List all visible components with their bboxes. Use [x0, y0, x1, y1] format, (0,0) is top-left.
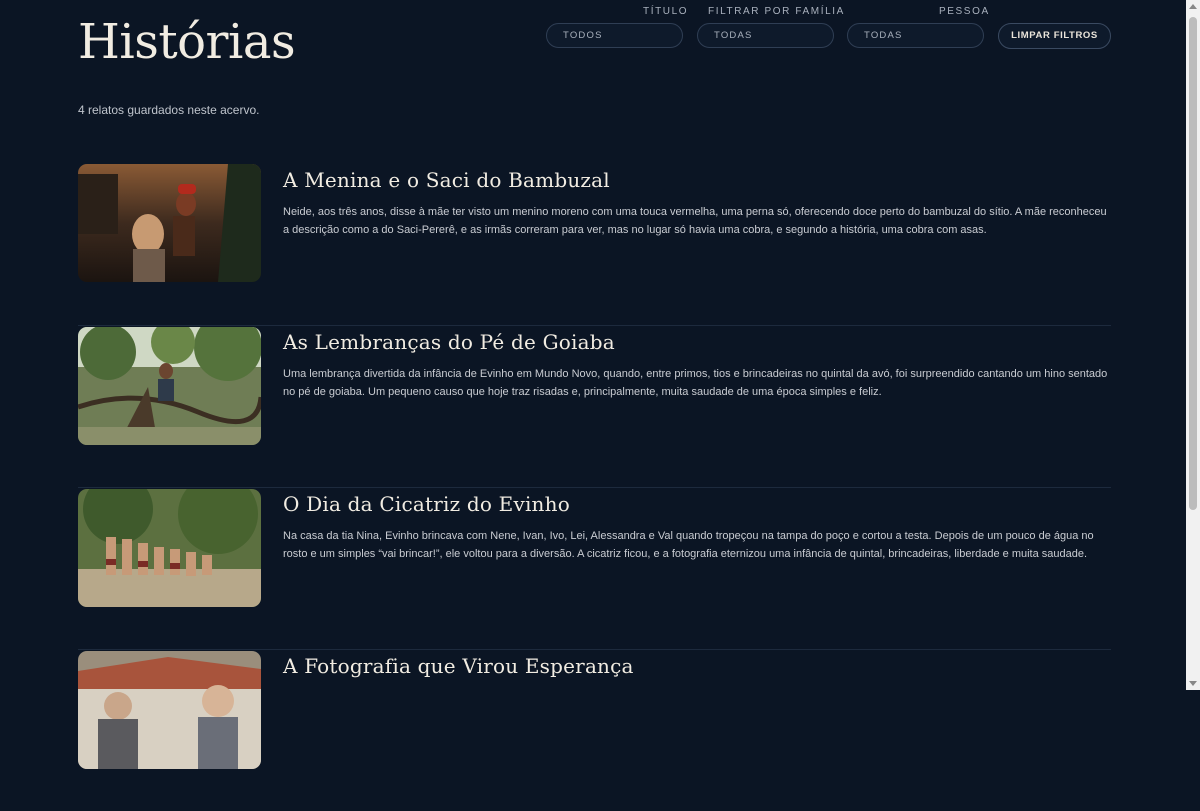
- story-thumbnail[interactable]: [78, 164, 261, 282]
- vertical-scrollbar[interactable]: [1186, 0, 1200, 690]
- stories-count: 4 relatos guardados neste acervo.: [78, 103, 260, 117]
- story-thumbnail[interactable]: [78, 489, 261, 607]
- story-title[interactable]: A Fotografia que Virou Esperança: [283, 654, 634, 678]
- scrollbar-thumb[interactable]: [1189, 17, 1197, 510]
- page-title: Histórias: [78, 14, 296, 70]
- familia-select[interactable]: TODAS: [697, 23, 834, 48]
- story-thumbnail[interactable]: [78, 651, 261, 769]
- story-card[interactable]: O Dia da Cicatriz do Evinho Na casa da t…: [78, 488, 1111, 650]
- scroll-up-icon[interactable]: [1189, 4, 1197, 9]
- story-excerpt: Uma lembrança divertida da infância de E…: [283, 368, 1108, 398]
- story-title[interactable]: A Menina e o Saci do Bambuzal: [283, 168, 610, 192]
- story-card[interactable]: A Menina e o Saci do Bambuzal Neide, aos…: [78, 164, 1111, 326]
- story-title[interactable]: O Dia da Cicatriz do Evinho: [283, 492, 570, 516]
- story-title[interactable]: As Lembranças do Pé de Goiaba: [283, 330, 615, 354]
- filter-label-pessoa: PESSOA: [939, 6, 990, 17]
- clear-filters-button[interactable]: LIMPAR FILTROS: [998, 23, 1111, 49]
- story-card[interactable]: A Fotografia que Virou Esperança: [78, 650, 1111, 811]
- filter-label-familia: FILTRAR POR FAMÍLIA: [708, 6, 845, 17]
- story-card[interactable]: As Lembranças do Pé de Goiaba Uma lembra…: [78, 326, 1111, 488]
- story-thumbnail[interactable]: [78, 327, 261, 445]
- story-excerpt: Neide, aos três anos, disse à mãe ter vi…: [283, 206, 1107, 236]
- filters-bar: TÍTULO TODOS FILTRAR POR FAMÍLIA TODAS P…: [540, 0, 1200, 60]
- story-excerpt: Na casa da tia Nina, Evinho brincava com…: [283, 530, 1094, 560]
- pessoa-select[interactable]: TODAS: [847, 23, 984, 48]
- titulo-select[interactable]: TODOS: [546, 23, 683, 48]
- stories-list: A Menina e o Saci do Bambuzal Neide, aos…: [78, 164, 1111, 811]
- scroll-down-icon[interactable]: [1189, 681, 1197, 686]
- filter-label-titulo: TÍTULO: [643, 6, 689, 17]
